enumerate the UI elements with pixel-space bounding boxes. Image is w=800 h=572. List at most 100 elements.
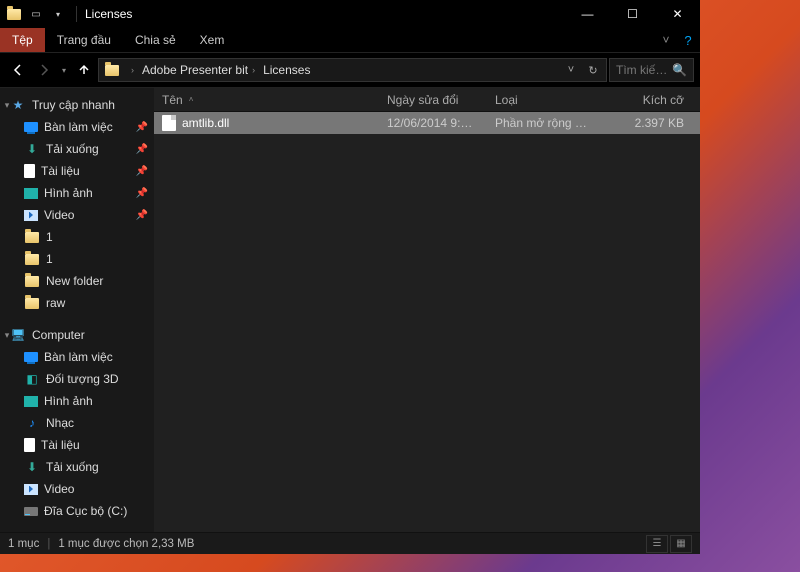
view-thumbnails-button[interactable]: ▦ (670, 535, 692, 553)
desktop-icon (24, 122, 38, 132)
music-icon: ♪ (24, 415, 40, 431)
tab-file[interactable]: Tệp (0, 28, 45, 52)
nav-item[interactable]: New folder (0, 270, 154, 292)
nav-item-label: Đĩa Cục bộ (C:) (44, 504, 127, 518)
nav-item[interactable]: Tài liệu 📌 (0, 160, 154, 182)
search-icon: 🔍 (672, 63, 687, 77)
pin-icon: 📌 (136, 188, 148, 199)
expand-icon[interactable]: ▾ (0, 100, 14, 111)
nav-item-label: Video (44, 482, 74, 496)
img-icon (24, 396, 38, 407)
nav-item[interactable]: Video (0, 478, 154, 500)
tab-view[interactable]: Xem (188, 28, 237, 52)
pin-icon: 📌 (136, 144, 148, 155)
nav-item[interactable]: ⬇Tải xuống (0, 456, 154, 478)
nav-item-label: 1 (46, 230, 53, 244)
nav-item[interactable]: 1 (0, 248, 154, 270)
column-headers: Tên˄ Ngày sửa đổi Loại Kích cỡ (154, 88, 700, 112)
nav-item[interactable]: Bàn làm việc 📌 (0, 116, 154, 138)
file-icon (162, 115, 176, 131)
up-button[interactable] (72, 58, 96, 82)
nav-item-label: Hình ảnh (44, 394, 93, 408)
breadcrumb-root-arrow[interactable]: › (123, 59, 138, 81)
refresh-icon[interactable]: ↻ (582, 64, 604, 77)
nav-item[interactable]: ♪ Nhạc (0, 412, 154, 434)
breadcrumb-item[interactable]: Licenses (259, 59, 314, 81)
column-name[interactable]: Tên˄ (154, 88, 379, 111)
address-dropdown-icon[interactable]: ˅ (560, 64, 582, 76)
nav-item-label: Đối tượng 3D (46, 372, 119, 386)
nav-item-label: 1 (46, 252, 53, 266)
column-size[interactable]: Kích cỡ (597, 88, 700, 111)
img-icon (24, 188, 38, 199)
nav-item-label: Tài liệu (41, 438, 80, 452)
folder-icon (24, 295, 40, 311)
nav-item-label: New folder (46, 274, 103, 288)
folder-icon (105, 65, 119, 76)
nav-item-label: Bàn làm việc (44, 350, 113, 364)
file-type: Phần mở rộng ứn... (487, 116, 597, 130)
status-bar: 1 mục | 1 mục được chọn 2,33 MB ☰ ▦ (0, 532, 700, 554)
navbar: ▾ › Adobe Presenter bit› Licenses ˅ ↻ Tì… (0, 53, 700, 87)
nav-item[interactable]: Đĩa Cục bộ (C:) (0, 500, 154, 522)
qat-item[interactable]: ▭ (28, 6, 44, 22)
address-bar[interactable]: › Adobe Presenter bit› Licenses ˅ ↻ (98, 58, 607, 82)
column-date[interactable]: Ngày sửa đổi (379, 88, 487, 111)
nav-item[interactable]: Bàn làm việc (0, 346, 154, 368)
nav-item[interactable]: 1 (0, 226, 154, 248)
pin-icon: 📌 (136, 122, 148, 133)
system-menu-icon[interactable] (6, 6, 22, 22)
nav-item-label: Tài liệu (41, 164, 80, 178)
recent-dropdown[interactable]: ▾ (58, 58, 70, 82)
status-selection: 1 mục được chọn 2,33 MB (58, 538, 194, 550)
file-date: 12/06/2014 9:09 SA (379, 116, 487, 130)
close-button[interactable]: ✕ (655, 0, 700, 28)
maximize-button[interactable]: ☐ (610, 0, 655, 28)
back-button[interactable] (6, 58, 30, 82)
vid-icon (24, 210, 38, 221)
file-explorer-window: ▭ ▾ Licenses — ☐ ✕ Tệp Trang đầu Chia sẻ… (0, 0, 700, 554)
nav-item[interactable]: Video📌 (0, 204, 154, 226)
objects3d-icon: ◧ (24, 371, 40, 387)
nav-quick-access[interactable]: ▾ ★ Truy cập nhanh (0, 94, 154, 116)
titlebar: ▭ ▾ Licenses — ☐ ✕ (0, 0, 700, 28)
nav-item-label: Nhạc (46, 416, 74, 430)
help-icon[interactable]: ? (676, 33, 700, 48)
expand-icon[interactable]: ▾ (0, 330, 14, 341)
search-input[interactable]: Tìm kiếm t… 🔍 (609, 58, 694, 82)
tab-share[interactable]: Chia sẻ (123, 28, 188, 52)
ribbon-expand-icon[interactable]: ˅ (656, 33, 676, 47)
doc-icon (24, 164, 35, 178)
file-name: amtlib.dll (182, 116, 229, 130)
qat-dropdown[interactable]: ▾ (50, 6, 66, 22)
folder-icon (24, 251, 40, 267)
forward-button[interactable] (32, 58, 56, 82)
pin-icon: 📌 (136, 166, 148, 177)
sort-indicator-icon: ˄ (189, 95, 194, 104)
doc-icon (24, 438, 35, 452)
view-details-button[interactable]: ☰ (646, 535, 668, 553)
file-list: Tên˄ Ngày sửa đổi Loại Kích cỡ amtlib.dl… (154, 88, 700, 532)
nav-item[interactable]: Hình ảnh (0, 390, 154, 412)
nav-item[interactable]: ⬇Tải xuống📌 (0, 138, 154, 160)
drive-icon (24, 507, 38, 516)
nav-item[interactable]: Hình ảnh 📌 (0, 182, 154, 204)
nav-item[interactable]: raw (0, 292, 154, 314)
nav-computer[interactable]: ▾ 🖥 Computer (0, 324, 154, 346)
nav-item[interactable]: ◧ Đối tượng 3D (0, 368, 154, 390)
file-row[interactable]: amtlib.dll 12/06/2014 9:09 SAPhần mở rộng… (154, 112, 700, 134)
nav-item-label: raw (46, 296, 65, 310)
navigation-pane[interactable]: ▾ ★ Truy cập nhanh Bàn làm việc📌⬇Tải xuố… (0, 88, 154, 532)
minimize-button[interactable]: — (565, 0, 610, 28)
breadcrumb-item[interactable]: Adobe Presenter bit› (138, 59, 259, 81)
folder-icon (24, 273, 40, 289)
nav-item[interactable]: Tài liệu (0, 434, 154, 456)
tab-home[interactable]: Trang đầu (45, 28, 123, 52)
folder-icon (24, 229, 40, 245)
nav-item-label: Bàn làm việc (44, 120, 113, 134)
nav-item-label: Hình ảnh (44, 186, 93, 200)
desktop-icon (24, 352, 38, 362)
download-icon: ⬇ (24, 459, 40, 475)
nav-item-label: Tải xuống (46, 142, 99, 156)
column-type[interactable]: Loại (487, 88, 597, 111)
